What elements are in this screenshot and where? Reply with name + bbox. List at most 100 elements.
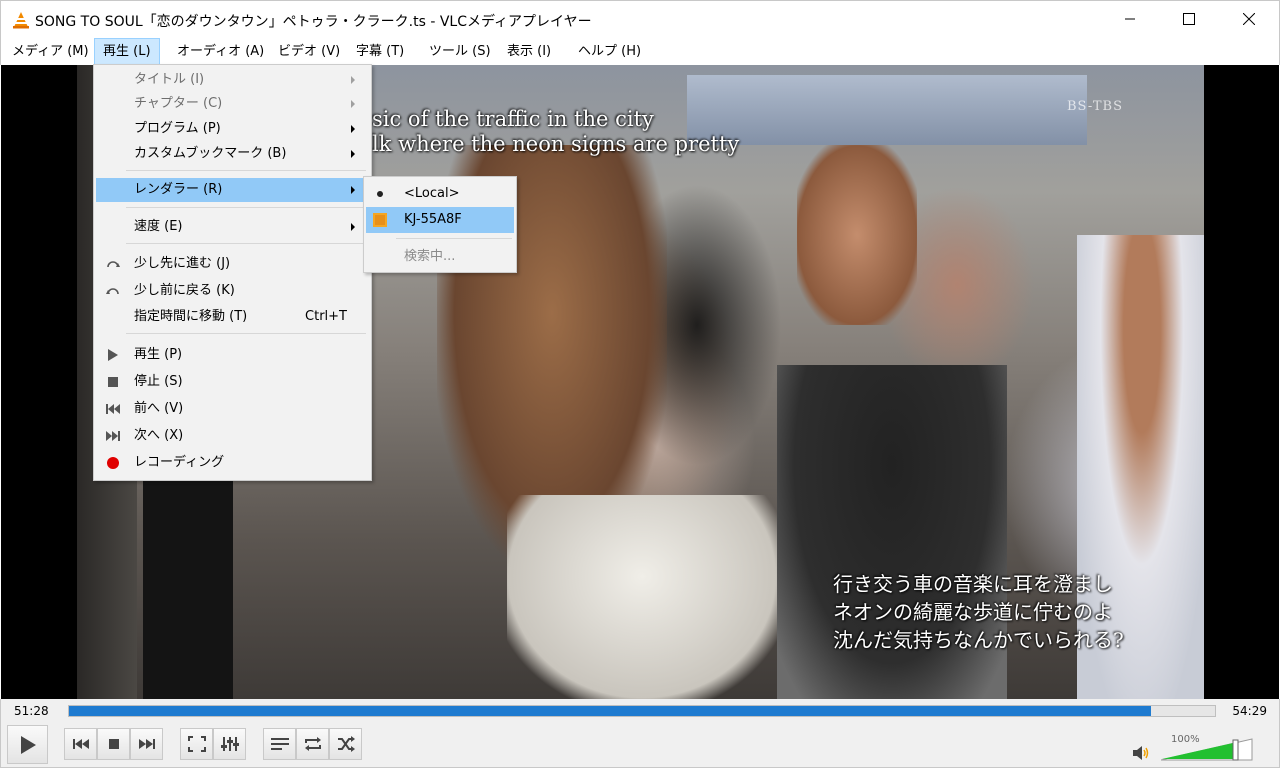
menu-item-record-label: レコーディング [134, 455, 225, 470]
menu-item-jump-forward[interactable]: 少し先に進む (J) [96, 252, 369, 276]
menu-separator [126, 243, 366, 244]
menu-item-program[interactable]: プログラム (P) [96, 117, 369, 141]
jump-forward-icon [107, 261, 120, 268]
time-elapsed[interactable]: 51:28 [14, 704, 49, 718]
loop-icon [304, 737, 321, 751]
stop-button[interactable] [97, 728, 130, 760]
menu-media[interactable]: メディア (M) [4, 38, 97, 65]
video-scene-doorway [143, 445, 233, 699]
minimize-icon [1125, 18, 1135, 20]
title-bar: SONG TO SOUL「恋のダウンタウン」ペトゥラ・クラーク.ts - VLC… [0, 0, 1280, 38]
close-icon [1243, 13, 1255, 25]
menu-item-jump-backward[interactable]: 少し前に戻る (K) [96, 279, 369, 303]
seek-bar[interactable] [68, 705, 1216, 717]
equalizer-icon [220, 737, 239, 751]
menu-item-bookmarks-label: カスタムブックマーク (B) [134, 146, 287, 161]
menu-view[interactable]: 表示 (I) [499, 38, 559, 65]
menu-item-goto-time-label: 指定時間に移動 (T) [134, 309, 248, 324]
loop-button[interactable] [296, 728, 329, 760]
fullscreen-icon [187, 736, 206, 752]
play-button[interactable] [7, 725, 48, 764]
renderer-item-local-label: <Local> [404, 186, 460, 201]
menu-item-stop[interactable]: 停止 (S) [96, 370, 369, 394]
menu-video[interactable]: ビデオ (V) [270, 38, 348, 65]
menu-item-bookmarks[interactable]: カスタムブックマーク (B) [96, 142, 369, 166]
time-total[interactable]: 54:29 [1232, 704, 1267, 718]
menu-subtitle[interactable]: 字幕 (T) [348, 38, 412, 65]
video-scene-sign [687, 75, 1087, 145]
shuffle-icon [337, 736, 355, 752]
renderer-scanning-label: 検索中... [404, 249, 456, 264]
extended-settings-button[interactable] [213, 728, 246, 760]
maximize-button[interactable] [1166, 1, 1212, 37]
next-icon [138, 739, 155, 749]
menu-item-speed[interactable]: 速度 (E) [96, 215, 369, 239]
menu-item-title[interactable]: タイトル (I) [96, 68, 369, 92]
window-title: SONG TO SOUL「恋のダウンタウン」ペトゥラ・クラーク.ts - VLC… [35, 14, 592, 30]
menu-playback[interactable]: 再生 (L) [94, 38, 160, 65]
playlist-button[interactable] [263, 728, 296, 760]
menu-help[interactable]: ヘルプ (H) [570, 38, 649, 65]
menu-item-play[interactable]: 再生 (P) [96, 343, 369, 367]
previous-icon [72, 739, 89, 749]
submenu-arrow-icon [351, 186, 355, 194]
record-icon [107, 457, 119, 469]
play-icon [108, 349, 118, 361]
shortcut-label: Ctrl+T [305, 309, 347, 324]
menu-item-program-label: プログラム (P) [134, 121, 221, 136]
renderer-item-kj55a8f[interactable]: KJ-55A8F [366, 207, 514, 233]
menu-item-chapter[interactable]: チャプター (C) [96, 92, 369, 116]
close-button[interactable] [1226, 1, 1272, 37]
video-scene-woman-dress [507, 495, 777, 699]
stop-icon [108, 739, 119, 749]
renderer-item-kj55a8f-label: KJ-55A8F [404, 212, 462, 227]
menu-item-previous-label: 前へ (V) [134, 401, 184, 416]
speaker-icon[interactable] [1132, 745, 1150, 761]
menu-separator [126, 333, 366, 334]
shuffle-button[interactable] [329, 728, 362, 760]
subtitle-jp-line-1: 行き交う車の音楽に耳を澄まし [833, 572, 1113, 596]
menu-item-previous[interactable]: 前へ (V) [96, 397, 369, 421]
menu-item-record[interactable]: レコーディング [96, 451, 369, 475]
submenu-arrow-icon [351, 76, 355, 84]
menu-bar: メディア (M) 再生 (L) オーディオ (A) ビデオ (V) 字幕 (T)… [0, 38, 1280, 65]
submenu-arrow-icon [351, 223, 355, 231]
menu-separator [396, 238, 512, 239]
menu-item-jump-backward-label: 少し前に戻る (K) [134, 283, 235, 298]
maximize-icon [1183, 13, 1195, 25]
menu-item-next-label: 次へ (X) [134, 428, 184, 443]
subtitle-jp-line-2: ネオンの綺麗な歩道に佇むのよ [833, 600, 1113, 624]
renderer-item-local[interactable]: <Local> [366, 181, 514, 207]
volume-slider[interactable] [1161, 735, 1255, 761]
control-bar: 51:28 54:29 100% [0, 699, 1280, 768]
menu-tools[interactable]: ツール (S) [421, 38, 499, 65]
stop-icon [108, 377, 118, 387]
subtitle-en-line-2: lk where the neon signs are pretty [372, 132, 740, 156]
menu-item-speed-label: 速度 (E) [134, 219, 183, 234]
menu-item-play-label: 再生 (P) [134, 347, 183, 362]
play-icon [20, 735, 36, 754]
previous-button[interactable] [64, 728, 97, 760]
playback-menu: タイトル (I) チャプター (C) プログラム (P) カスタムブックマーク … [93, 64, 372, 481]
submenu-arrow-icon [351, 125, 355, 133]
menu-item-renderer[interactable]: レンダラー (R) [96, 178, 369, 202]
minimize-button[interactable] [1107, 1, 1153, 37]
fullscreen-button[interactable] [180, 728, 213, 760]
menu-item-next[interactable]: 次へ (X) [96, 424, 369, 448]
next-button[interactable] [130, 728, 163, 760]
subtitle-en-line-1: sic of the traffic in the city [372, 107, 654, 131]
video-scene-man-head [797, 145, 917, 325]
jump-backward-icon [106, 288, 119, 295]
previous-icon [106, 404, 120, 414]
menu-item-jump-forward-label: 少し先に進む (J) [134, 256, 231, 271]
renderer-submenu: <Local> KJ-55A8F 検索中... [363, 176, 517, 273]
playlist-icon [270, 738, 289, 750]
channel-logo: BS-TBS [1067, 99, 1123, 114]
menu-item-chapter-label: チャプター (C) [134, 96, 223, 111]
menu-item-goto-time[interactable]: 指定時間に移動 (T) Ctrl+T [96, 305, 369, 329]
subtitle-jp-line-3: 沈んだ気持ちなんかでいられる? [833, 628, 1124, 652]
menu-separator [126, 170, 366, 171]
chromecast-icon [373, 213, 387, 227]
menu-audio[interactable]: オーディオ (A) [169, 38, 272, 65]
menu-item-renderer-label: レンダラー (R) [134, 182, 223, 197]
